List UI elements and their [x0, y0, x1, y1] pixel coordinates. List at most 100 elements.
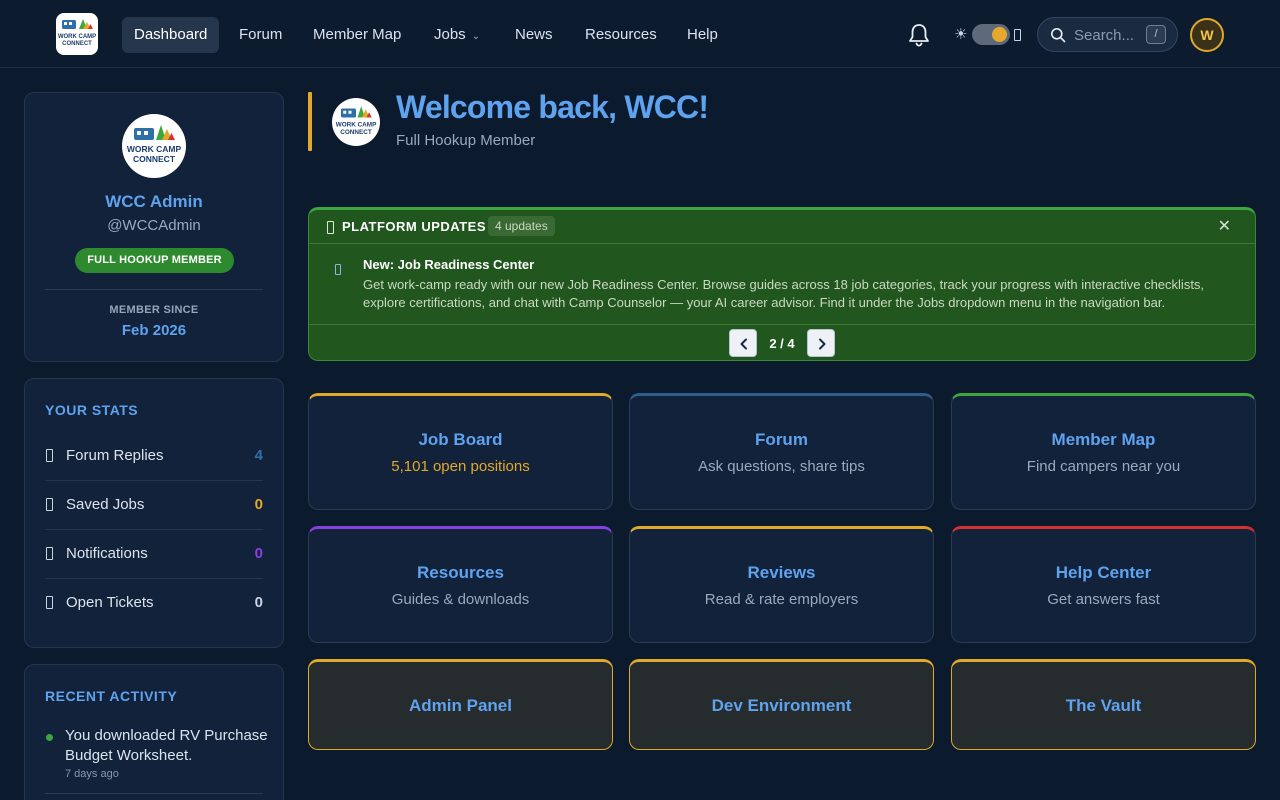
page-indicator: 2 / 4 [769, 336, 795, 351]
search-box: / [1037, 17, 1178, 52]
toggle-knob [992, 27, 1007, 42]
profile-handle: @WCCAdmin [107, 217, 201, 234]
nav-forum[interactable]: Forum [227, 17, 294, 53]
nav-resources[interactable]: Resources [573, 17, 669, 53]
welcome-subtitle: Full Hookup Member [396, 132, 536, 149]
stat-value: 4 [254, 447, 263, 464]
chevron-down-icon: ⌄ [471, 31, 481, 42]
notifications-icon [46, 547, 53, 560]
notifications-bell-icon[interactable] [905, 22, 933, 48]
svg-text:WORK CAMP: WORK CAMP [58, 34, 96, 40]
megaphone-icon [327, 221, 334, 234]
svg-text:WORK CAMP: WORK CAMP [336, 122, 377, 129]
saved-jobs-icon [46, 498, 53, 511]
tile-title: Resources [417, 563, 504, 582]
theme-toggle[interactable] [972, 24, 1010, 45]
updates-header: PLATFORM UPDATES 4 updates ✕ [309, 210, 1255, 244]
welcome-title: Welcome back, WCC! [396, 89, 709, 125]
open-tickets-icon [46, 596, 53, 609]
stat-value: 0 [254, 594, 263, 611]
tile-dev-environment[interactable]: Dev Environment [629, 659, 934, 750]
search-shortcut-key: / [1146, 25, 1166, 44]
tile-reviews[interactable]: Reviews Read & rate employers [629, 526, 934, 643]
site-logo[interactable]: WORK CAMP CONNECT [56, 13, 98, 55]
member-since-value: Feb 2026 [121, 322, 187, 339]
user-avatar[interactable]: W [1190, 18, 1224, 52]
stat-row-forum-replies[interactable]: Forum Replies 4 [45, 432, 263, 481]
activity-title: RECENT ACTIVITY [45, 688, 178, 704]
update-item-icon [335, 264, 341, 275]
nav-member-map[interactable]: Member Map [301, 17, 413, 53]
svg-text:WORK CAMP: WORK CAMP [127, 144, 182, 154]
top-navigation: WORK CAMP CONNECT Dashboard Forum Member… [0, 0, 1280, 68]
welcome-accent-bar [308, 92, 312, 151]
tile-title: Member Map [1051, 430, 1156, 449]
next-update-button[interactable] [807, 329, 835, 357]
previous-update-button[interactable] [729, 329, 757, 357]
tile-resources[interactable]: Resources Guides & downloads [308, 526, 613, 643]
stat-row-open-tickets[interactable]: Open Tickets 0 [45, 579, 263, 628]
tile-title: Job Board [418, 430, 503, 449]
tile-subtitle: Guides & downloads [391, 591, 530, 608]
divider [45, 793, 263, 794]
tile-title: Admin Panel [409, 696, 512, 715]
platform-updates-panel: PLATFORM UPDATES 4 updates ✕ New: Job Re… [308, 207, 1256, 361]
svg-text:CONNECT: CONNECT [62, 41, 92, 47]
stat-row-saved-jobs[interactable]: Saved Jobs 0 [45, 481, 263, 530]
theme-toggle-group: ☀ [954, 24, 1024, 46]
svg-text:CONNECT: CONNECT [133, 154, 176, 164]
tile-job-board[interactable]: Job Board 5,101 open positions [308, 393, 613, 510]
tile-the-vault[interactable]: The Vault [951, 659, 1256, 750]
stat-value: 0 [254, 496, 263, 513]
activity-time: 7 days ago [65, 768, 119, 780]
divider [45, 289, 263, 290]
nav-jobs[interactable]: Jobs ⌄ [422, 17, 492, 53]
tile-title: Help Center [1055, 563, 1152, 582]
stats-card: YOUR STATS Forum Replies 4 Saved Jobs 0 … [24, 378, 284, 648]
nav-news[interactable]: News [503, 17, 565, 53]
membership-badge: FULL HOOKUP MEMBER [75, 248, 234, 273]
logo-icon: WORK CAMP CONNECT [58, 19, 96, 47]
recent-activity-card: RECENT ACTIVITY You downloaded RV Purcha… [24, 664, 284, 800]
chevron-left-icon [740, 338, 747, 350]
stat-label: Forum Replies [66, 447, 164, 464]
tile-member-map[interactable]: Member Map Find campers near you [951, 393, 1256, 510]
profile-name: WCC Admin [105, 192, 203, 211]
stat-label: Open Tickets [66, 594, 154, 611]
stat-label: Saved Jobs [66, 496, 145, 513]
tile-title: Dev Environment [711, 696, 852, 715]
welcome-logo: WORK CAMP CONNECT [332, 98, 380, 146]
activity-text[interactable]: You downloaded RV Purchase Budget Worksh… [65, 726, 270, 766]
tile-title: Forum [755, 430, 808, 449]
update-title: New: Job Readiness Center [363, 257, 535, 272]
close-icon[interactable]: ✕ [1218, 216, 1231, 236]
tile-subtitle: Ask questions, share tips [698, 458, 865, 475]
updates-count-badge: 4 updates [488, 216, 555, 236]
update-body: Get work-camp ready with our new Job Rea… [363, 277, 1205, 310]
profile-card: WORK CAMP CONNECT WCC Admin @WCCAdmin FU… [24, 92, 284, 362]
tile-title: The Vault [1065, 696, 1142, 715]
tile-subtitle: Read & rate employers [704, 591, 859, 608]
tile-title: Reviews [747, 563, 816, 582]
updates-pagination: 2 / 4 [309, 324, 1255, 360]
tile-admin-panel[interactable]: Admin Panel [308, 659, 613, 750]
welcome-logo-icon: WORK CAMP CONNECT [336, 106, 377, 136]
tile-subtitle: Get answers fast [1047, 591, 1160, 608]
profile-avatar[interactable]: WORK CAMP CONNECT [122, 114, 186, 178]
nav-help[interactable]: Help [675, 17, 730, 53]
tile-forum[interactable]: Forum Ask questions, share tips [629, 393, 934, 510]
nav-jobs-label: Jobs [434, 26, 466, 43]
tile-subtitle: Find campers near you [1026, 458, 1181, 475]
member-since-label: MEMBER SINCE [109, 304, 199, 316]
stat-label: Notifications [66, 545, 148, 562]
tile-help-center[interactable]: Help Center Get answers fast [951, 526, 1256, 643]
activity-dot [46, 734, 53, 741]
moon-icon [1014, 29, 1021, 41]
nav-dashboard[interactable]: Dashboard [122, 17, 220, 53]
search-icon [1051, 28, 1066, 43]
sun-icon: ☀ [954, 26, 968, 43]
stat-value: 0 [254, 545, 263, 562]
stat-row-notifications[interactable]: Notifications 0 [45, 530, 263, 579]
search-input[interactable] [1074, 25, 1148, 45]
forum-replies-icon [46, 449, 53, 462]
